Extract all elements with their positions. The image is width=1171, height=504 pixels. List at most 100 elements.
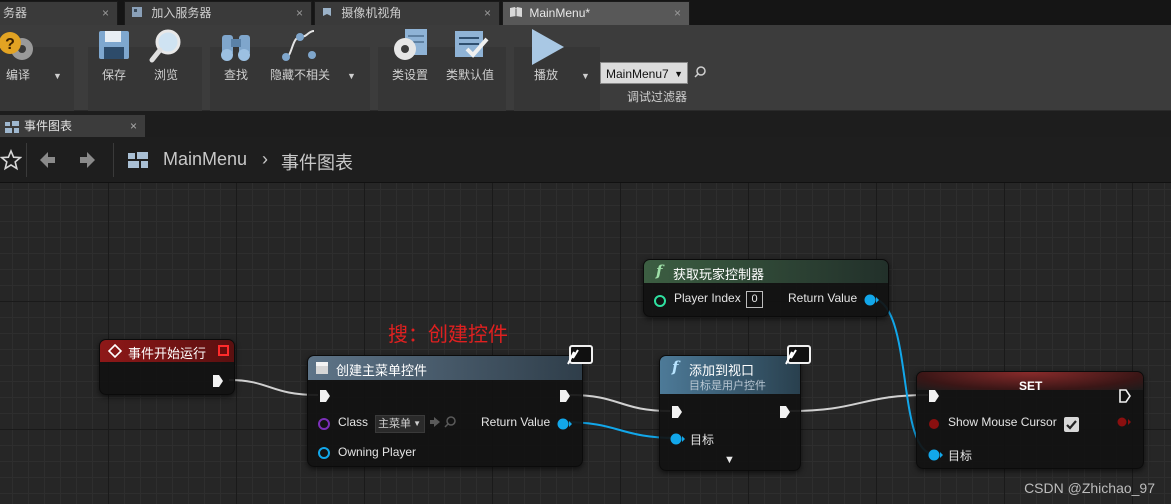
function-icon: f [656, 262, 663, 280]
annotation-text: 搜：创建控件 [388, 324, 508, 346]
class-settings-button[interactable]: 类设置 [382, 24, 438, 86]
binoculars-icon [221, 35, 250, 61]
node-title: 创建主菜单控件 [336, 363, 428, 378]
close-icon[interactable]: × [484, 2, 491, 24]
exec-in-pin[interactable] [319, 389, 331, 403]
class-settings-label: 类设置 [391, 68, 428, 82]
compile-button[interactable]: ? 编译 [0, 24, 46, 86]
class-select-value: 主菜单 [378, 418, 411, 430]
class-pin[interactable] [318, 418, 330, 430]
show-mouse-cursor-label: Show Mouse Cursor [948, 415, 1057, 429]
blueprint-icon [131, 3, 143, 17]
class-defaults-button[interactable]: 类默认值 [442, 24, 498, 86]
browse-asset-icon[interactable] [444, 416, 456, 431]
exec-out-pin[interactable] [1119, 389, 1131, 403]
show-mouse-cursor-checkbox[interactable] [1064, 417, 1079, 432]
close-icon[interactable]: × [674, 2, 681, 24]
close-icon[interactable]: × [102, 2, 109, 24]
watermark: CSDN @Zhichao_97 [1024, 480, 1155, 496]
return-value-pin[interactable] [557, 418, 573, 433]
node-title: 事件开始运行 [128, 346, 207, 361]
tab-event-graph[interactable]: 事件图表 × [0, 115, 145, 137]
tab-label: 摄像机视角 [341, 6, 402, 20]
debug-filter-label: 调试过滤器 [626, 90, 687, 104]
breadcrumb-bar: MainMenu › 事件图表 [0, 137, 1171, 183]
target-label: 目标 [690, 433, 715, 447]
hide-unrelated-label: 隐藏不相关 [269, 68, 330, 82]
event-icon [107, 343, 123, 361]
play-button[interactable]: 播放 [518, 24, 574, 86]
player-index-input[interactable]: 0 [746, 291, 763, 308]
show-mouse-cursor-in-pin[interactable] [929, 419, 939, 429]
chevron-down-icon: ▼ [413, 419, 421, 428]
node-event-begin-play[interactable]: 事件开始运行 [99, 339, 235, 395]
compile-icon: ? [0, 32, 33, 60]
hide-unrelated-dropdown[interactable]: ▼ [347, 71, 356, 81]
hide-unrelated-icon [282, 30, 316, 61]
close-icon[interactable]: × [296, 2, 303, 24]
close-icon[interactable]: × [130, 115, 137, 137]
hide-unrelated-button[interactable]: 隐藏不相关 [270, 24, 330, 86]
class-pin-label: Class [338, 415, 369, 429]
forward-arrow-icon[interactable] [78, 150, 98, 173]
exec-out-pin[interactable] [212, 374, 224, 388]
node-title: 获取玩家控制器 [673, 267, 765, 282]
player-index-pin[interactable] [654, 295, 666, 307]
class-defaults-icon [455, 31, 489, 58]
return-value-label: Return Value [788, 291, 858, 305]
exec-in-pin[interactable] [928, 389, 940, 403]
node-get-player-controller[interactable]: f 获取玩家控制器 Player Index 0 Return Value [643, 259, 889, 317]
star-icon[interactable] [0, 148, 23, 174]
debug-object-value: MainMenu7 [606, 67, 669, 81]
target-label: 目标 [948, 449, 973, 463]
back-arrow-icon[interactable] [37, 150, 57, 173]
play-label: 播放 [533, 68, 558, 82]
divider [26, 143, 27, 177]
graph-tab-strip: 事件图表 × [0, 111, 1171, 137]
breadcrumb-separator: › [262, 149, 268, 169]
find-button[interactable]: 查找 [208, 24, 264, 86]
document-tab-bar: 务器 × 加入服务器 × 摄像机视角 × MainMenu* × [0, 0, 1171, 25]
exec-out-pin[interactable] [559, 389, 571, 403]
breadcrumb-current: 事件图表 [281, 153, 353, 173]
create-widget-icon [315, 361, 329, 378]
exec-in-pin[interactable] [671, 405, 683, 419]
tab-camera-view[interactable]: 摄像机视角 × [314, 1, 500, 25]
node-set-show-mouse-cursor[interactable]: SET Show Mouse Cursor 目标 [916, 371, 1144, 469]
class-select[interactable]: 主菜单 ▼ [375, 415, 425, 433]
compile-options-dropdown[interactable]: ▼ [53, 71, 62, 81]
browse-label: 浏览 [153, 68, 178, 82]
node-title: SET [1019, 379, 1043, 393]
use-selected-asset-icon[interactable] [429, 416, 441, 431]
play-options-dropdown[interactable]: ▼ [581, 71, 590, 81]
expand-node-icon[interactable]: ▼ [724, 454, 735, 466]
event-delegate-pin[interactable] [218, 345, 229, 356]
chevron-down-icon: ▼ [674, 69, 683, 79]
tab-server[interactable]: 务器 × [0, 1, 118, 25]
client-only-icon [784, 344, 812, 369]
find-label: 查找 [223, 68, 248, 82]
browse-button[interactable]: 浏览 [138, 24, 194, 86]
owning-player-pin[interactable] [318, 447, 330, 459]
return-value-pin[interactable] [864, 294, 880, 309]
event-graph-icon [127, 151, 149, 172]
target-pin[interactable] [670, 433, 686, 448]
target-pin[interactable] [928, 449, 944, 464]
tab-mainmenu[interactable]: MainMenu* × [502, 1, 690, 25]
node-add-to-viewport[interactable]: f 添加到视口 目标是用户控件 目标 ▼ [659, 345, 811, 471]
tab-join-server[interactable]: 加入服务器 × [124, 1, 312, 25]
client-only-icon [566, 344, 594, 369]
save-icon [99, 31, 129, 59]
debug-object-select[interactable]: MainMenu7 ▼ [600, 62, 688, 84]
exec-out-pin[interactable] [779, 405, 791, 419]
class-settings-icon [394, 29, 427, 60]
node-create-widget[interactable]: 创建主菜单控件 Class 主菜单 ▼ Return Value Owning … [307, 345, 593, 467]
divider [113, 143, 114, 177]
owning-player-label: Owning Player [338, 445, 417, 459]
show-mouse-cursor-out-pin[interactable] [1116, 416, 1132, 431]
svg-text:?: ? [5, 36, 15, 53]
tab-label: 加入服务器 [151, 6, 212, 20]
debug-filter-search-icon[interactable] [694, 66, 706, 81]
breadcrumb-root[interactable]: MainMenu [163, 149, 247, 170]
tab-label: MainMenu* [529, 6, 591, 20]
